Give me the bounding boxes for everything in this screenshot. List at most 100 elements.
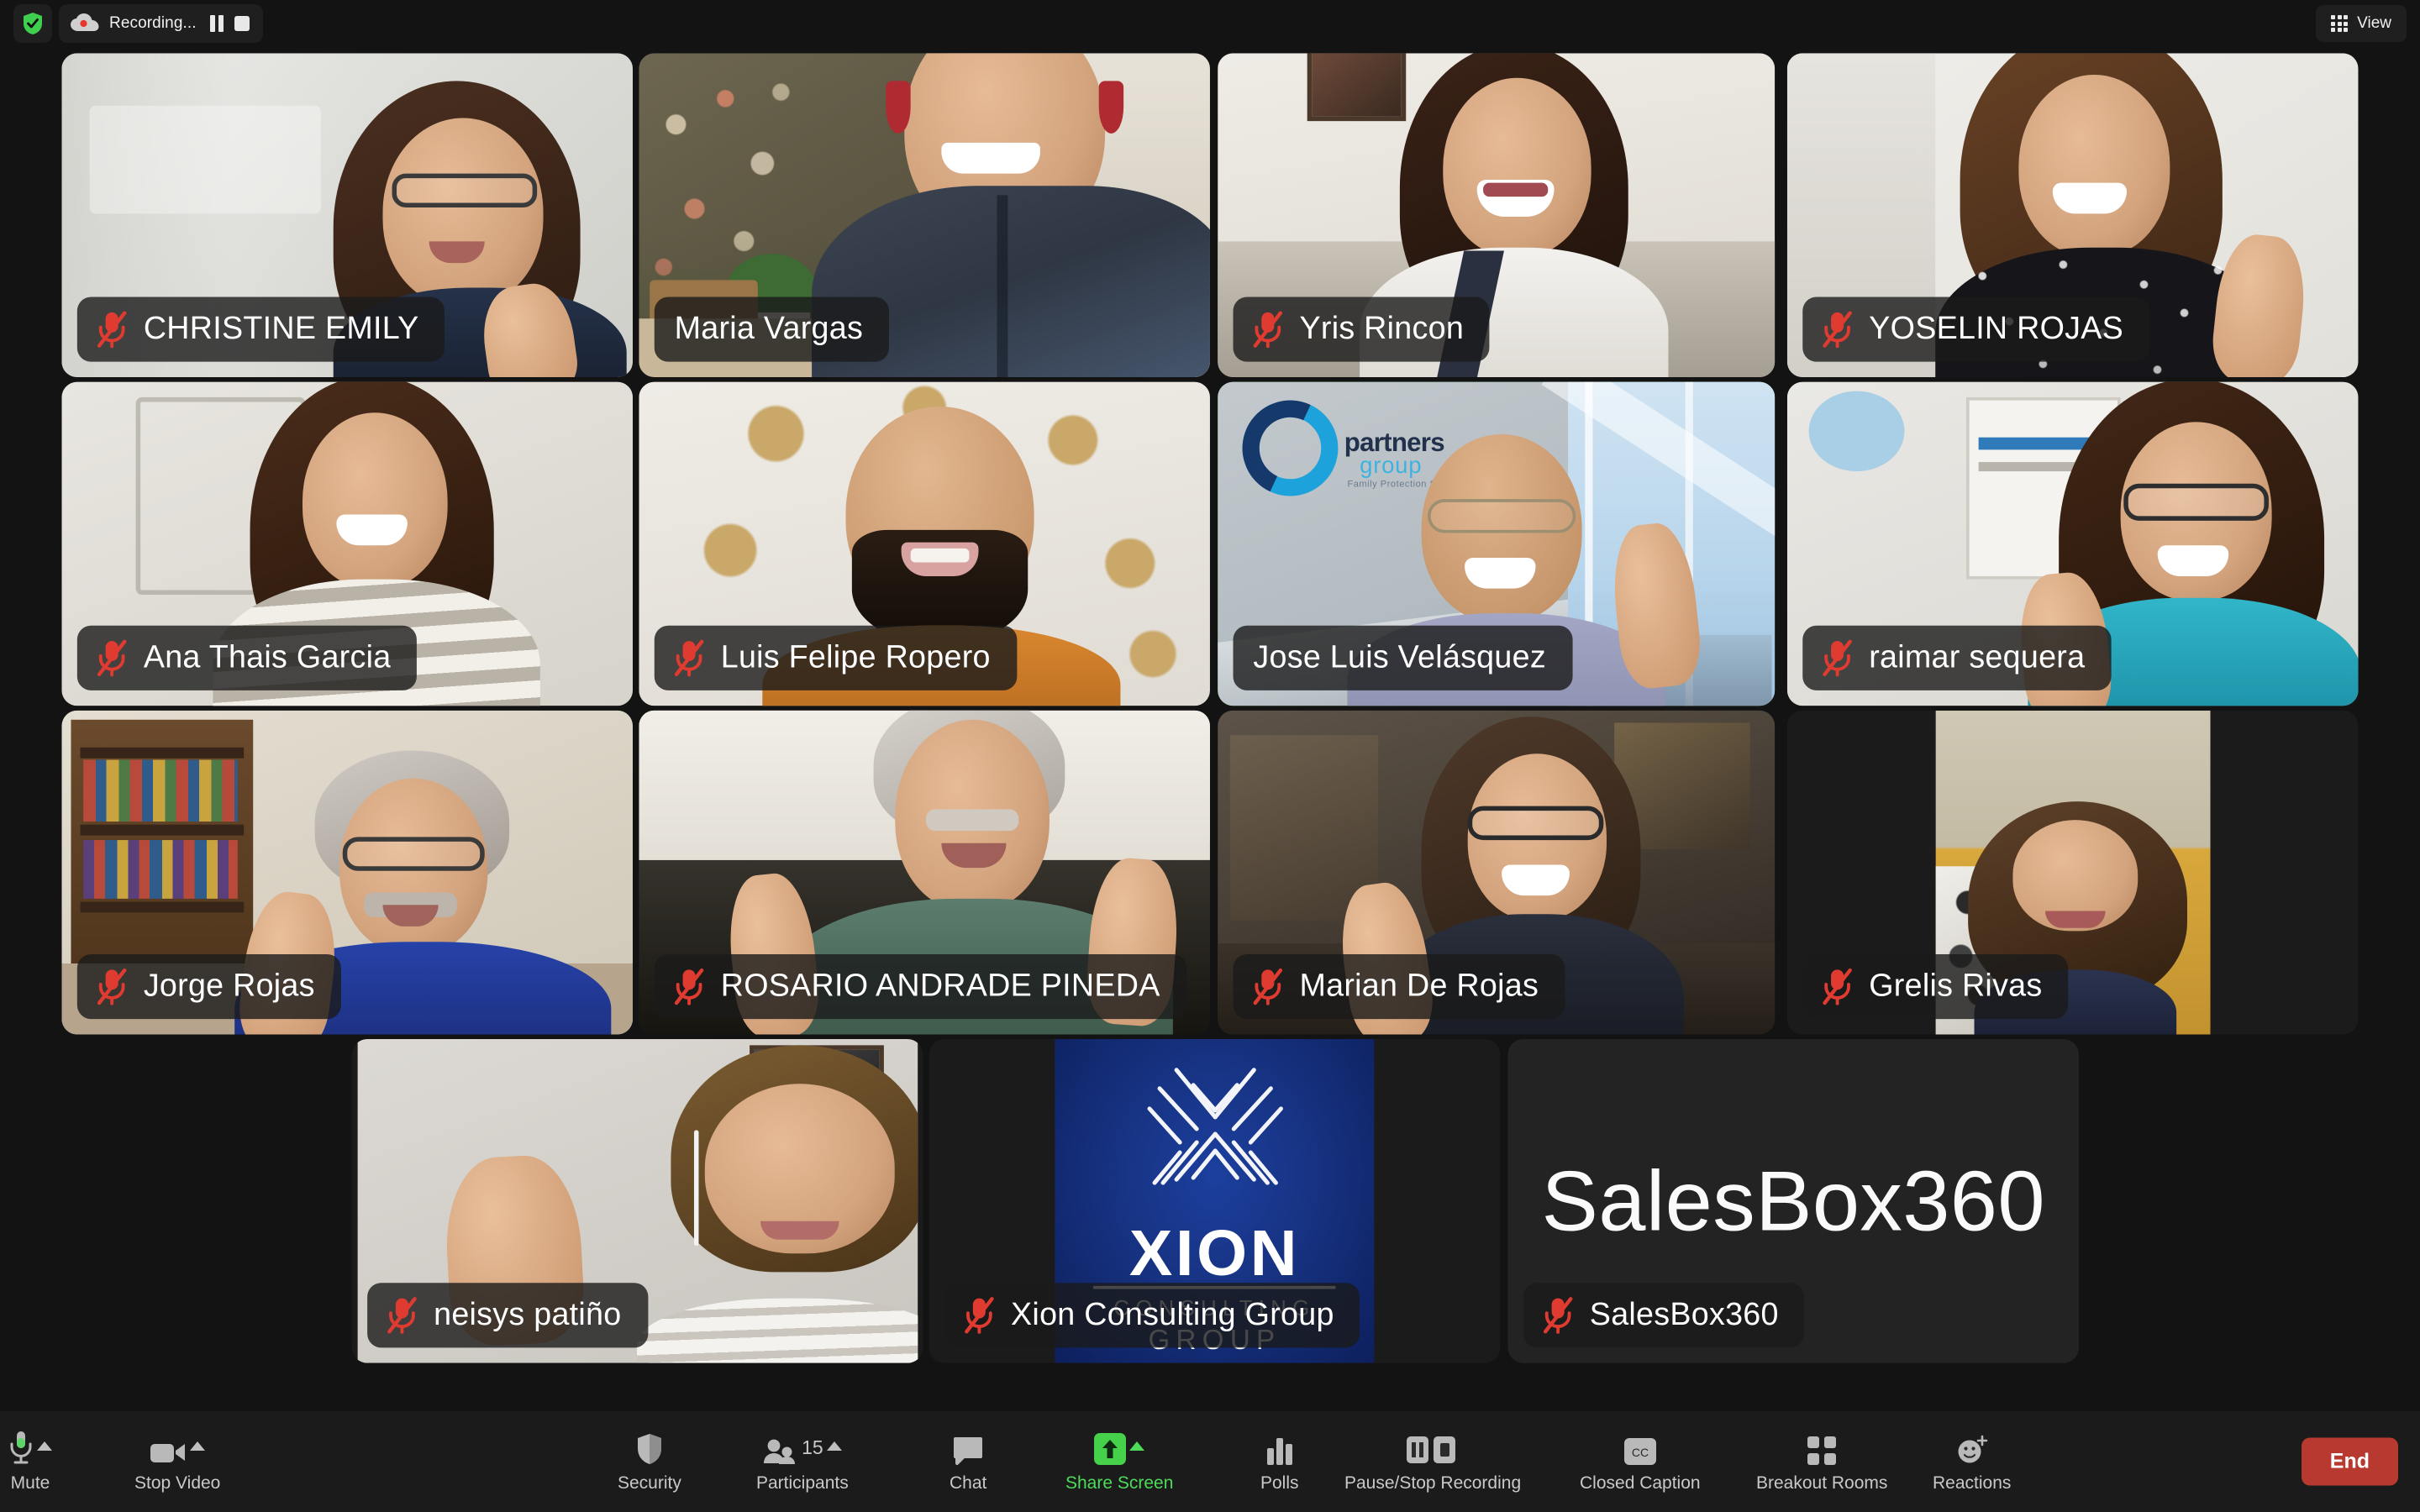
- participant-tile[interactable]: Jorge Rojas: [61, 710, 634, 1035]
- participants-button[interactable]: 15 Participants: [756, 1420, 849, 1504]
- participant-nameplate: CHRISTINE EMILY: [76, 297, 445, 362]
- reactions-button[interactable]: Reactions: [1933, 1420, 2011, 1504]
- participant-tile[interactable]: XION CONSULTING GROUP Xion Consulting Gr…: [929, 1038, 1501, 1363]
- pause-icon[interactable]: [209, 15, 224, 32]
- participant-nameplate: Jose Luis Velásquez: [1233, 625, 1573, 690]
- encryption-status-badge[interactable]: [13, 4, 52, 43]
- shield-check-icon: [24, 13, 42, 34]
- participant-name: CHRISTINE EMILY: [143, 311, 419, 347]
- muted-microphone-icon: [1543, 1297, 1573, 1334]
- participant-nameplate: Maria Vargas: [654, 297, 890, 362]
- muted-microphone-icon: [97, 639, 127, 677]
- stop-video-label: Stop Video: [134, 1473, 221, 1493]
- breakout-rooms-icon: [1807, 1430, 1837, 1465]
- polls-button[interactable]: Polls: [1260, 1420, 1299, 1504]
- participant-name: neisys patiño: [434, 1296, 622, 1332]
- recording-label: Recording...: [109, 14, 197, 32]
- participant-tile[interactable]: Marian De Rojas: [1218, 710, 1776, 1035]
- muted-microphone-icon: [1253, 311, 1283, 349]
- participant-name: Jorge Rojas: [143, 968, 315, 1004]
- chat-bubble-icon: [953, 1430, 983, 1465]
- muted-microphone-icon: [387, 1297, 417, 1334]
- participant-nameplate: Marian De Rojas: [1233, 953, 1565, 1020]
- muted-microphone-icon: [97, 311, 127, 349]
- view-button[interactable]: View: [2316, 5, 2407, 42]
- end-meeting-button[interactable]: End: [2301, 1437, 2398, 1486]
- chat-label: Chat: [950, 1473, 987, 1493]
- reactions-label: Reactions: [1933, 1473, 2012, 1493]
- muted-microphone-icon: [97, 968, 127, 1005]
- grid-view-icon: [2331, 15, 2349, 32]
- participants-count-badge: 15: [802, 1436, 823, 1458]
- participant-tile[interactable]: Yris Rincon: [1218, 53, 1776, 378]
- participant-tile[interactable]: ROSARIO ANDRADE PINEDA: [639, 710, 1210, 1035]
- closed-caption-label: Closed Caption: [1580, 1473, 1701, 1493]
- svg-text:CC: CC: [1632, 1446, 1649, 1459]
- participant-name: YOSELIN ROJAS: [1869, 311, 2124, 347]
- video-options-caret-icon[interactable]: [190, 1441, 206, 1451]
- shield-icon: [636, 1430, 663, 1465]
- pause-stop-rec-icon: [1407, 1430, 1459, 1465]
- participant-nameplate: Yris Rincon: [1233, 297, 1491, 362]
- muted-microphone-icon: [674, 639, 704, 677]
- participant-tile-active-speaker[interactable]: partners group Family Protection Solutio…: [1218, 381, 1776, 706]
- mute-label: Mute: [10, 1473, 50, 1493]
- recording-indicator: Recording...: [59, 4, 263, 43]
- cloud-record-icon: [71, 13, 99, 34]
- xion-x-mark-icon: [1146, 1068, 1283, 1186]
- share-screen-button[interactable]: Share Screen: [1065, 1420, 1173, 1504]
- muted-microphone-icon: [674, 968, 704, 1005]
- participant-name: ROSARIO ANDRADE PINEDA: [720, 968, 1160, 1004]
- participant-nameplate: raimar sequera: [1802, 625, 2112, 690]
- participant-tile[interactable]: raimar sequera: [1786, 381, 2359, 706]
- share-options-caret-icon[interactable]: [1129, 1441, 1145, 1451]
- audio-options-caret-icon[interactable]: [37, 1441, 52, 1451]
- participant-tile[interactable]: Grelis Rivas: [1786, 710, 2359, 1035]
- top-bar-left-group: Recording...: [13, 4, 263, 43]
- participants-icon: [763, 1430, 797, 1465]
- stop-icon[interactable]: [234, 16, 250, 31]
- pause-stop-recording-button[interactable]: Pause/Stop Recording: [1344, 1420, 1521, 1504]
- top-bar: Recording... View: [0, 0, 2420, 47]
- participants-options-caret-icon[interactable]: [826, 1441, 842, 1451]
- participant-tile[interactable]: neisys patiño: [351, 1038, 923, 1363]
- reactions-icon: [1956, 1430, 1988, 1465]
- participant-name: raimar sequera: [1869, 639, 2086, 675]
- participant-tile[interactable]: Ana Thais Garcia: [61, 381, 634, 706]
- muted-microphone-icon: [1253, 968, 1283, 1005]
- participant-nameplate: SalesBox360: [1523, 1283, 1805, 1348]
- polls-label: Polls: [1260, 1473, 1299, 1493]
- participant-tile-video-off[interactable]: SalesBox360 SalesBox360: [1507, 1038, 2080, 1363]
- participant-nameplate: Ana Thais Garcia: [76, 625, 418, 690]
- view-button-label: View: [2357, 14, 2391, 32]
- participant-name: Yris Rincon: [1299, 311, 1465, 347]
- muted-microphone-icon: [1823, 311, 1852, 349]
- video-gallery: CHRISTINE EMILY Maria Vargas Yris Rincon…: [0, 47, 2420, 1411]
- participant-tile[interactable]: YOSELIN ROJAS: [1786, 53, 2359, 378]
- recording-controls: [209, 15, 250, 32]
- stop-video-button[interactable]: Stop Video: [134, 1420, 220, 1504]
- muted-microphone-icon: [1823, 639, 1852, 677]
- participant-tile[interactable]: CHRISTINE EMILY: [61, 53, 634, 378]
- participant-name: Maria Vargas: [674, 311, 864, 347]
- security-button[interactable]: Security: [618, 1420, 681, 1504]
- participant-name: Luis Felipe Ropero: [720, 639, 991, 675]
- participant-tile[interactable]: Maria Vargas: [639, 53, 1210, 378]
- participants-label: Participants: [756, 1473, 849, 1493]
- participant-nameplate: Jorge Rojas: [76, 953, 341, 1020]
- participant-nameplate: Grelis Rivas: [1802, 953, 2069, 1020]
- xion-wordmark: XION: [1128, 1215, 1301, 1289]
- chat-button[interactable]: Chat: [950, 1420, 986, 1504]
- participant-name: Jose Luis Velásquez: [1253, 639, 1546, 675]
- participant-nameplate: ROSARIO ANDRADE PINEDA: [654, 953, 1186, 1020]
- meeting-toolbar: Mute Stop Video Security 15 Participants…: [0, 1411, 2420, 1512]
- share-screen-icon: [1094, 1430, 1127, 1465]
- participant-name: Marian De Rojas: [1299, 968, 1539, 1004]
- participant-nameplate: Luis Felipe Ropero: [654, 625, 1017, 690]
- closed-caption-button[interactable]: CC Closed Caption: [1580, 1420, 1701, 1504]
- breakout-rooms-button[interactable]: Breakout Rooms: [1756, 1420, 1887, 1504]
- participant-name: Grelis Rivas: [1869, 968, 2043, 1004]
- participant-tile[interactable]: Luis Felipe Ropero: [639, 381, 1210, 706]
- mute-button[interactable]: Mute: [8, 1420, 52, 1504]
- participant-name: Ana Thais Garcia: [143, 639, 392, 675]
